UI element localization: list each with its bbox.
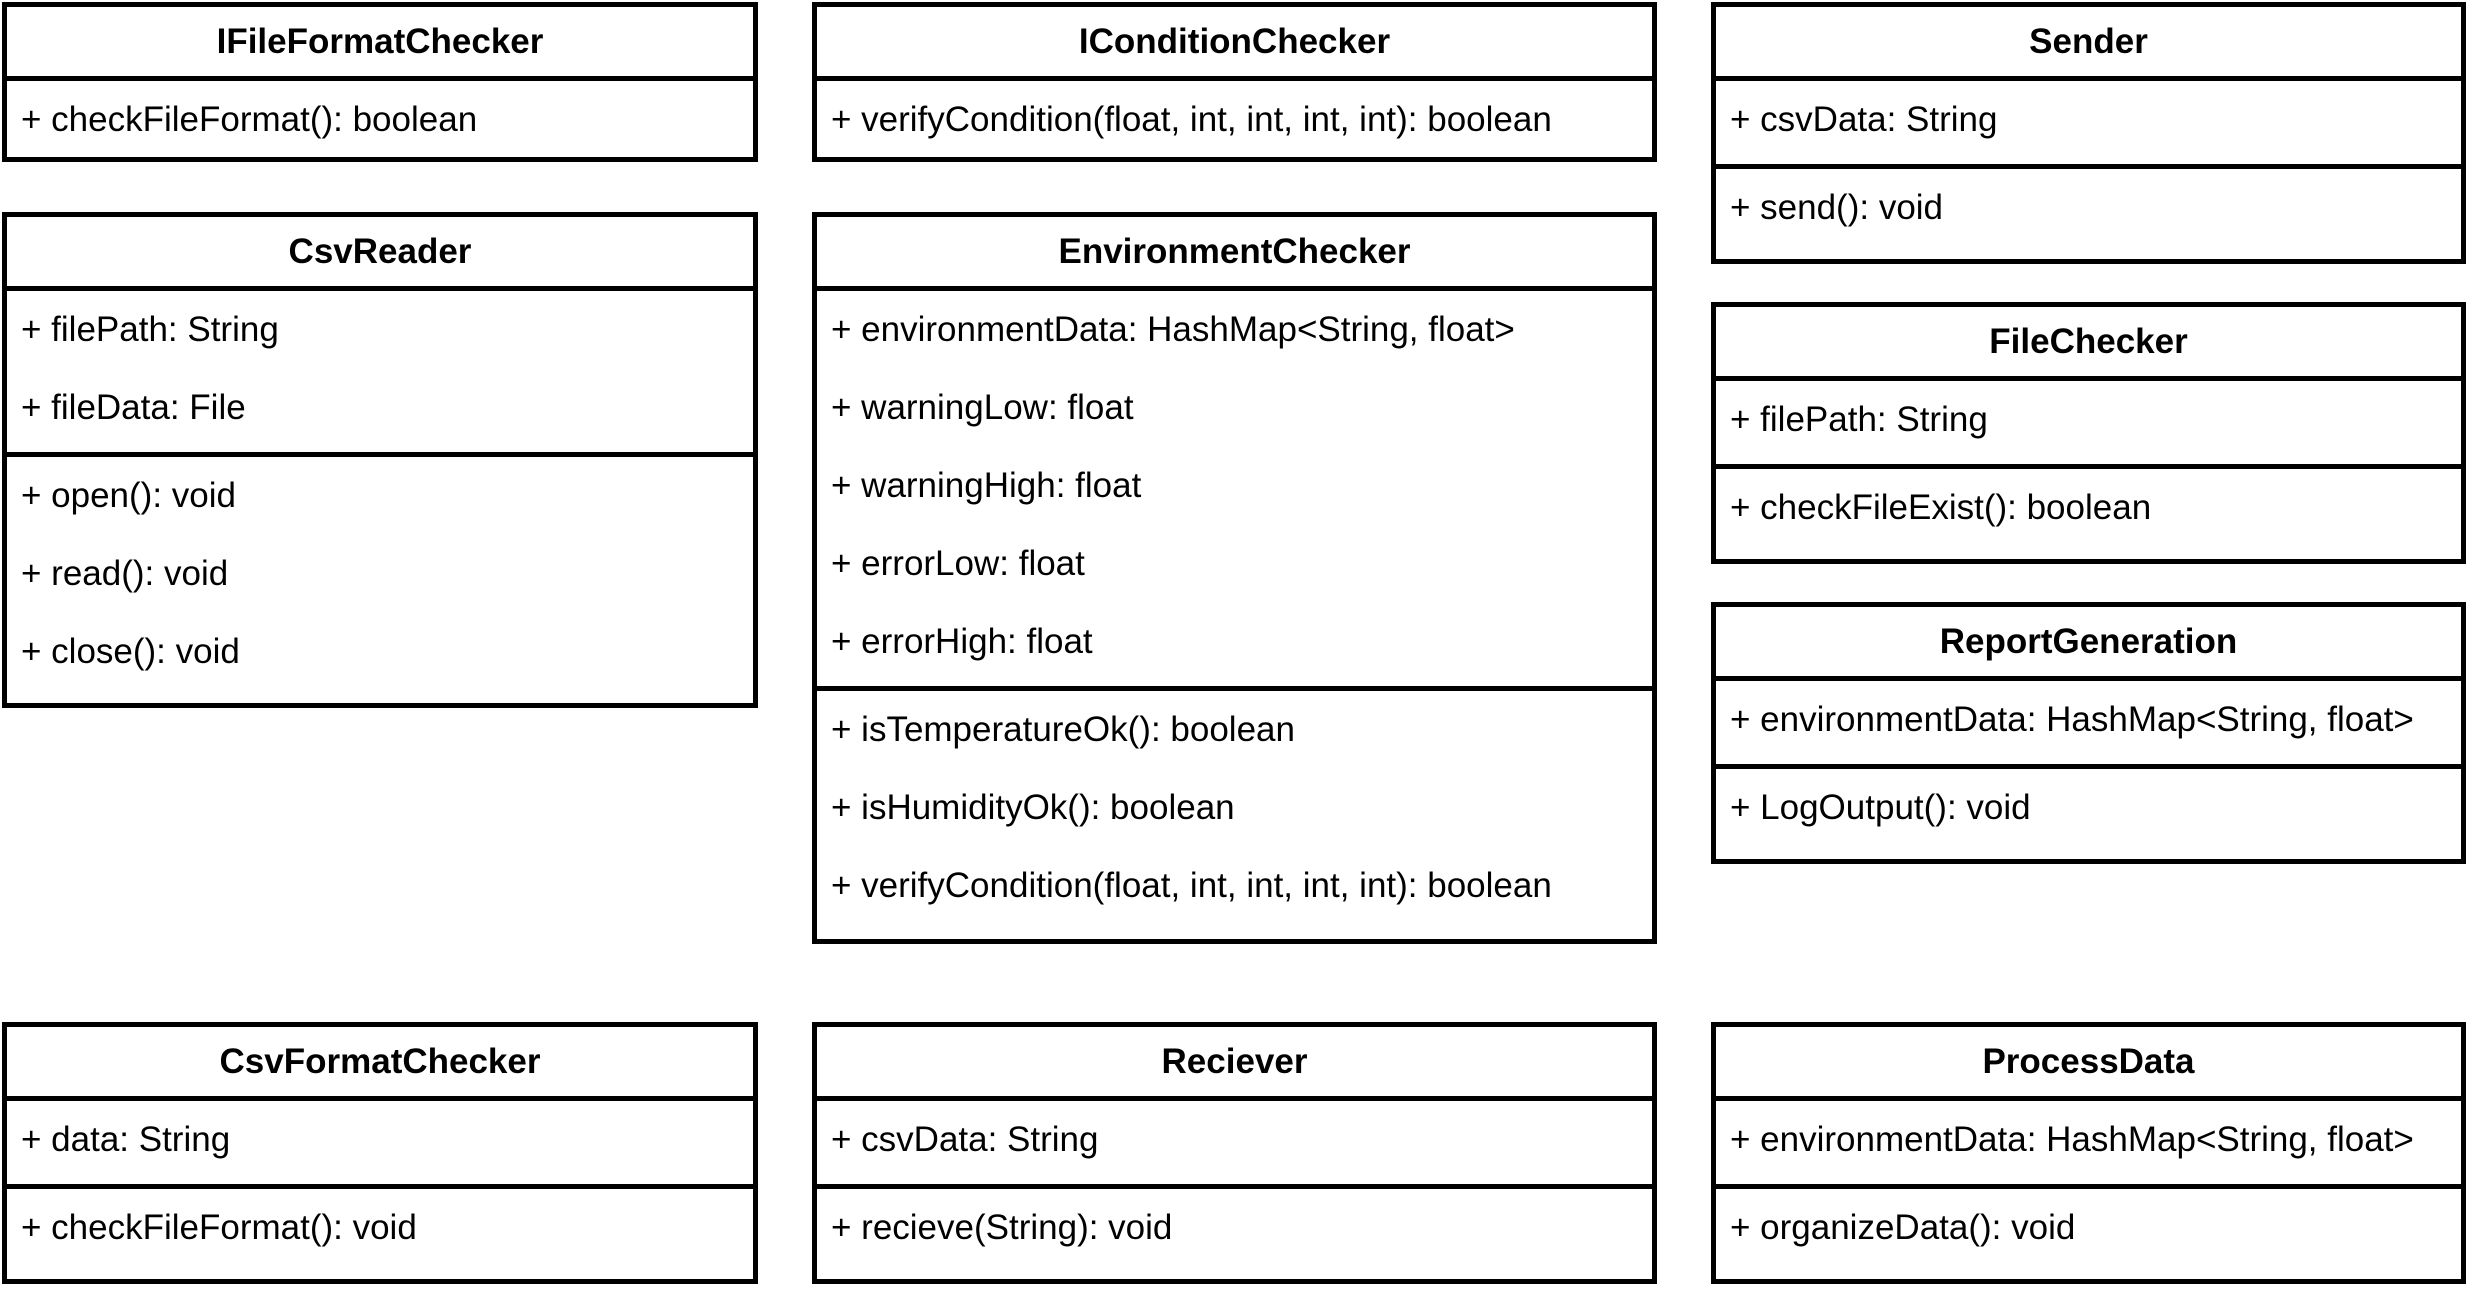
method-item: + verifyCondition(float, int, int, int, … — [831, 100, 1552, 139]
method-item: + verifyCondition(float, int, int, int, … — [831, 866, 1552, 905]
class-filechecker: FileChecker + filePath: String + checkFi… — [1711, 302, 2466, 564]
attribute-item: + errorLow: float — [831, 544, 1085, 583]
attributes-section: + environmentData: HashMap<String, float… — [817, 291, 1652, 686]
methods-section: + checkFileFormat(): boolean — [7, 81, 753, 164]
attribute-item: + csvData: String — [831, 1120, 1099, 1159]
class-environmentchecker: EnvironmentChecker + environmentData: Ha… — [812, 212, 1657, 944]
methods-section: + recieve(String): void — [817, 1184, 1652, 1272]
attributes-section: + filePath: String — [1716, 381, 2461, 464]
attribute-item: + warningHigh: float — [831, 466, 1142, 505]
attribute-item: + fileData: File — [21, 388, 246, 427]
attribute-item: + environmentData: HashMap<String, float… — [831, 310, 1515, 349]
attribute-item: + data: String — [21, 1120, 231, 1159]
methods-section: + isTemperatureOk(): boolean + isHumidit… — [817, 686, 1652, 930]
attribute-item: + filePath: String — [21, 310, 279, 349]
attributes-section: + filePath: String + fileData: File — [7, 291, 753, 452]
class-ifileformatchecker: IFileFormatChecker + checkFileFormat(): … — [2, 2, 758, 162]
methods-section: + send(): void — [1716, 164, 2461, 252]
method-item: + LogOutput(): void — [1730, 788, 2031, 827]
method-item: + read(): void — [21, 554, 229, 593]
class-reciever: Reciever + csvData: String + recieve(Str… — [812, 1022, 1657, 1284]
method-item: + close(): void — [21, 632, 240, 671]
methods-section: + organizeData(): void — [1716, 1184, 2461, 1272]
attribute-item: + environmentData: HashMap<String, float… — [1730, 1120, 2414, 1159]
method-item: + isHumidityOk(): boolean — [831, 788, 1235, 827]
attribute-item: + errorHigh: float — [831, 622, 1093, 661]
attributes-section: + environmentData: HashMap<String, float… — [1716, 681, 2461, 764]
methods-section: + verifyCondition(float, int, int, int, … — [817, 81, 1652, 164]
methods-section: + checkFileExist(): boolean — [1716, 464, 2461, 552]
class-name: EnvironmentChecker — [817, 217, 1652, 291]
method-item: + checkFileExist(): boolean — [1730, 488, 2152, 527]
class-name: CsvFormatChecker — [7, 1027, 753, 1101]
class-name: CsvReader — [7, 217, 753, 291]
class-sender: Sender + csvData: String + send(): void — [1711, 2, 2466, 264]
methods-section: + LogOutput(): void — [1716, 764, 2461, 852]
class-processdata: ProcessData + environmentData: HashMap<S… — [1711, 1022, 2466, 1284]
class-iconditionchecker: IConditionChecker + verifyCondition(floa… — [812, 2, 1657, 162]
attribute-item: + filePath: String — [1730, 400, 1988, 439]
class-name: ReportGeneration — [1716, 607, 2461, 681]
attributes-section: + csvData: String — [817, 1101, 1652, 1184]
attributes-section: + environmentData: HashMap<String, float… — [1716, 1101, 2461, 1184]
method-item: + checkFileFormat(): void — [21, 1208, 417, 1247]
class-name: ProcessData — [1716, 1027, 2461, 1101]
method-item: + recieve(String): void — [831, 1208, 1173, 1247]
class-name: Reciever — [817, 1027, 1652, 1101]
attribute-item: + csvData: String — [1730, 100, 1998, 139]
class-reportgeneration: ReportGeneration + environmentData: Hash… — [1711, 602, 2466, 864]
method-item: + isTemperatureOk(): boolean — [831, 710, 1295, 749]
methods-section: + checkFileFormat(): void — [7, 1184, 753, 1272]
methods-section: + open(): void + read(): void + close():… — [7, 452, 753, 696]
method-item: + organizeData(): void — [1730, 1208, 2076, 1247]
attributes-section: + data: String — [7, 1101, 753, 1184]
class-name: IFileFormatChecker — [7, 7, 753, 81]
class-name: IConditionChecker — [817, 7, 1652, 81]
attributes-section: + csvData: String — [1716, 81, 2461, 164]
class-name: Sender — [1716, 7, 2461, 81]
class-name: FileChecker — [1716, 307, 2461, 381]
method-item: + open(): void — [21, 476, 236, 515]
attribute-item: + warningLow: float — [831, 388, 1134, 427]
attribute-item: + environmentData: HashMap<String, float… — [1730, 700, 2414, 739]
class-csvformatchecker: CsvFormatChecker + data: String + checkF… — [2, 1022, 758, 1284]
method-item: + send(): void — [1730, 188, 1944, 227]
class-csvreader: CsvReader + filePath: String + fileData:… — [2, 212, 758, 708]
method-item: + checkFileFormat(): boolean — [21, 100, 478, 139]
